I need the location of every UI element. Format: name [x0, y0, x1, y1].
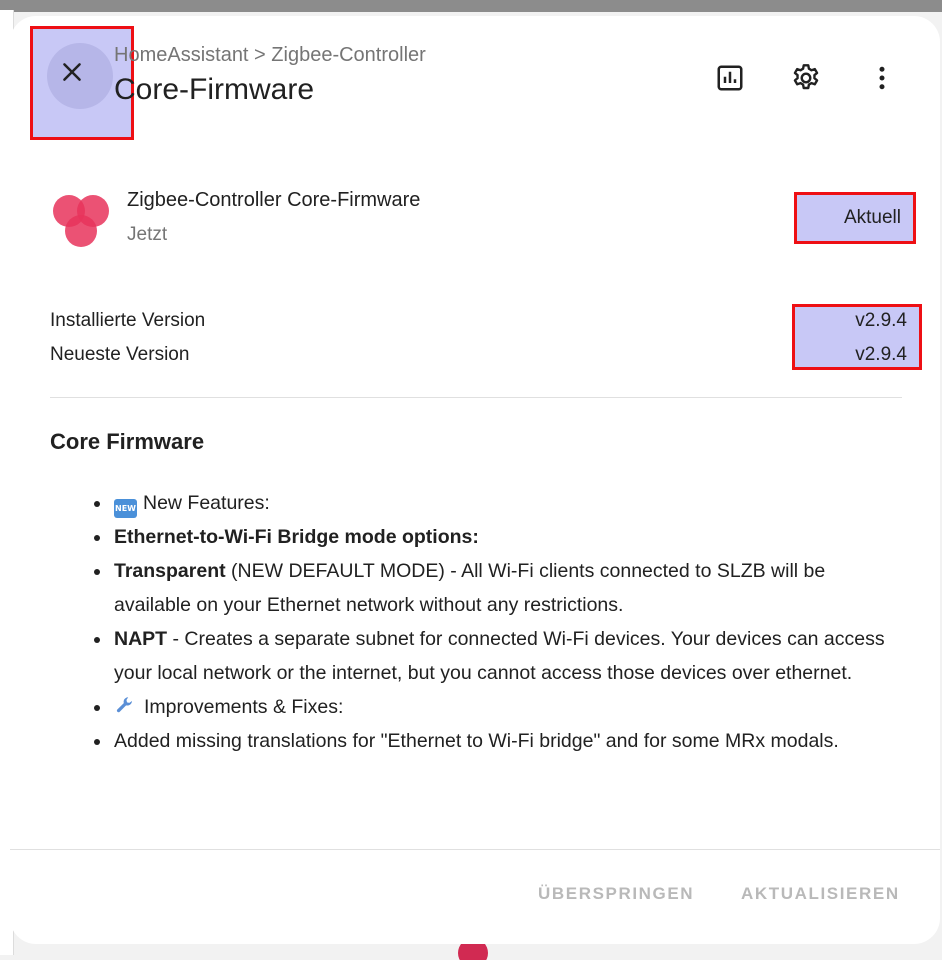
list-item-text: New Features: — [143, 492, 270, 514]
more-vertical-icon — [879, 66, 885, 90]
installed-version-value: v2.9.4 — [855, 310, 907, 331]
footer-divider — [10, 849, 940, 850]
divider — [50, 397, 902, 398]
release-notes-title: Core Firmware — [50, 429, 205, 454]
dialog-title: Core-Firmware — [114, 73, 315, 106]
latest-version-label: Neueste Version — [50, 344, 190, 365]
state-label: Aktuell — [843, 207, 901, 228]
background-top-bar — [0, 0, 942, 12]
skip-button[interactable]: ÜBERSPRINGEN — [538, 884, 694, 904]
update-button[interactable]: AKTUALISIEREN — [741, 884, 900, 904]
list-item-text: - Creates a separate subnet for connecte… — [114, 628, 885, 684]
list-item: Improvements & Fixes: — [90, 690, 890, 724]
wrench-icon — [116, 697, 132, 713]
state-badge: Aktuell — [794, 192, 916, 244]
list-item: Transparent (NEW DEFAULT MODE) - All Wi-… — [90, 554, 890, 622]
settings-button[interactable] — [788, 60, 824, 96]
list-item: Ethernet-to-Wi-Fi Bridge mode options: — [90, 520, 890, 554]
dialog-header: HomeAssistant > Zigbee-Controller Core-F… — [10, 16, 940, 146]
list-item: Added missing translations for "Ethernet… — [90, 724, 890, 758]
chart-icon — [717, 65, 743, 91]
entity-name: Zigbee-Controller Core-Firmware — [127, 189, 421, 211]
installed-version-label: Installierte Version — [50, 310, 206, 331]
list-item-text: Improvements & Fixes: — [144, 696, 344, 718]
list-item: NEW New Features: — [90, 486, 890, 520]
version-values: v2.9.4 v2.9.4 — [792, 304, 922, 370]
breadcrumb: HomeAssistant > Zigbee-Controller — [114, 44, 426, 66]
list-item: NAPT - Creates a separate subnet for con… — [90, 622, 890, 690]
list-item-bold: NAPT — [114, 628, 168, 650]
close-icon — [63, 63, 81, 81]
list-item-bold: Transparent — [114, 560, 226, 582]
release-notes-list: NEW New Features: Ethernet-to-Wi-Fi Bridg… — [90, 486, 890, 758]
entity-last-changed: Jetzt — [127, 224, 168, 245]
history-button[interactable] — [712, 60, 748, 96]
list-item-text: Added missing translations for "Ethernet… — [114, 730, 839, 752]
gear-icon — [793, 64, 819, 90]
firmware-logo-icon — [53, 195, 109, 247]
list-item-text: Ethernet-to-Wi-Fi Bridge mode options: — [114, 526, 479, 548]
latest-version-value: v2.9.4 — [855, 344, 907, 365]
update-dialog: HomeAssistant > Zigbee-Controller Core-F… — [10, 16, 940, 944]
more-options-button[interactable] — [864, 60, 900, 96]
new-badge-icon: NEW — [114, 499, 137, 518]
